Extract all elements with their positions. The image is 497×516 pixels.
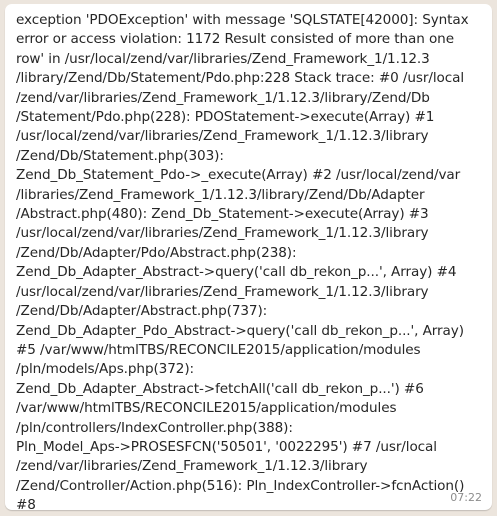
- message-line: /Zend/Db/Adapter/Pdo/Abstract.php(238):: [16, 244, 297, 261]
- message-line: Zend_Db_Adapter_Pdo_Abstract->query('cal…: [16, 322, 464, 339]
- message-line: #8: [16, 497, 36, 514]
- message-line: error or access violation: 1172 Result c…: [16, 31, 454, 48]
- message-line: /Abstract.php(480): Zend_Db_Statement->e…: [16, 206, 429, 223]
- message-line: /Zend/Controller/Action.php(516): Pln_In…: [16, 477, 465, 494]
- message-line: Pln_Model_Aps->PROSESFCN('50501', '00222…: [16, 438, 437, 455]
- message-line: Zend_Db_Adapter_Abstract->query('call db…: [16, 264, 457, 281]
- message-line: #5 /var/www/htmlTBS/RECONCILE2015/applic…: [16, 341, 421, 358]
- message-line: /libraries/Zend_Framework_1/1.12.3/libra…: [16, 186, 425, 203]
- message-line: /usr/local/zend/var/libraries/Zend_Frame…: [16, 225, 429, 242]
- message-line: /Zend/Db/Statement.php(303):: [16, 147, 224, 164]
- message-line: row' in /usr/local/zend/var/libraries/Ze…: [16, 50, 430, 67]
- message-line: /usr/local/zend/var/libraries/Zend_Frame…: [16, 283, 429, 300]
- message-line: /Zend/Db/Adapter/Abstract.php(737):: [16, 303, 268, 320]
- message-line: /var/www/htmlTBS/RECONCILE2015/applicati…: [16, 400, 397, 417]
- message-line: Zend_Db_Adapter_Abstract->fetchAll('call…: [16, 380, 424, 397]
- message-line: /Statement/Pdo.php(228): PDOStatement->e…: [16, 109, 435, 126]
- message-line: exception 'PDOException' with message 'S…: [16, 12, 469, 28]
- message-timestamp: 07:22: [450, 491, 482, 504]
- message-line: /pln/controllers/IndexController.php(388…: [16, 419, 293, 436]
- message-line: Zend_Db_Statement_Pdo->_execute(Array) #…: [16, 167, 461, 184]
- message-line: /usr/local/zend/var/libraries/Zend_Frame…: [16, 128, 429, 145]
- message-line: /zend/var/libraries/Zend_Framework_1/1.1…: [16, 89, 430, 106]
- message-line: /pln/models/Aps.php(372):: [16, 361, 195, 378]
- message-text: exception 'PDOException' with message 'S…: [16, 11, 486, 516]
- message-bubble[interactable]: exception 'PDOException' with message 'S…: [5, 4, 492, 513]
- message-line: /library/Zend/Db/Statement/Pdo.php:228 S…: [16, 70, 465, 87]
- message-line: /zend/var/libraries/Zend_Framework_1/1.1…: [16, 458, 368, 475]
